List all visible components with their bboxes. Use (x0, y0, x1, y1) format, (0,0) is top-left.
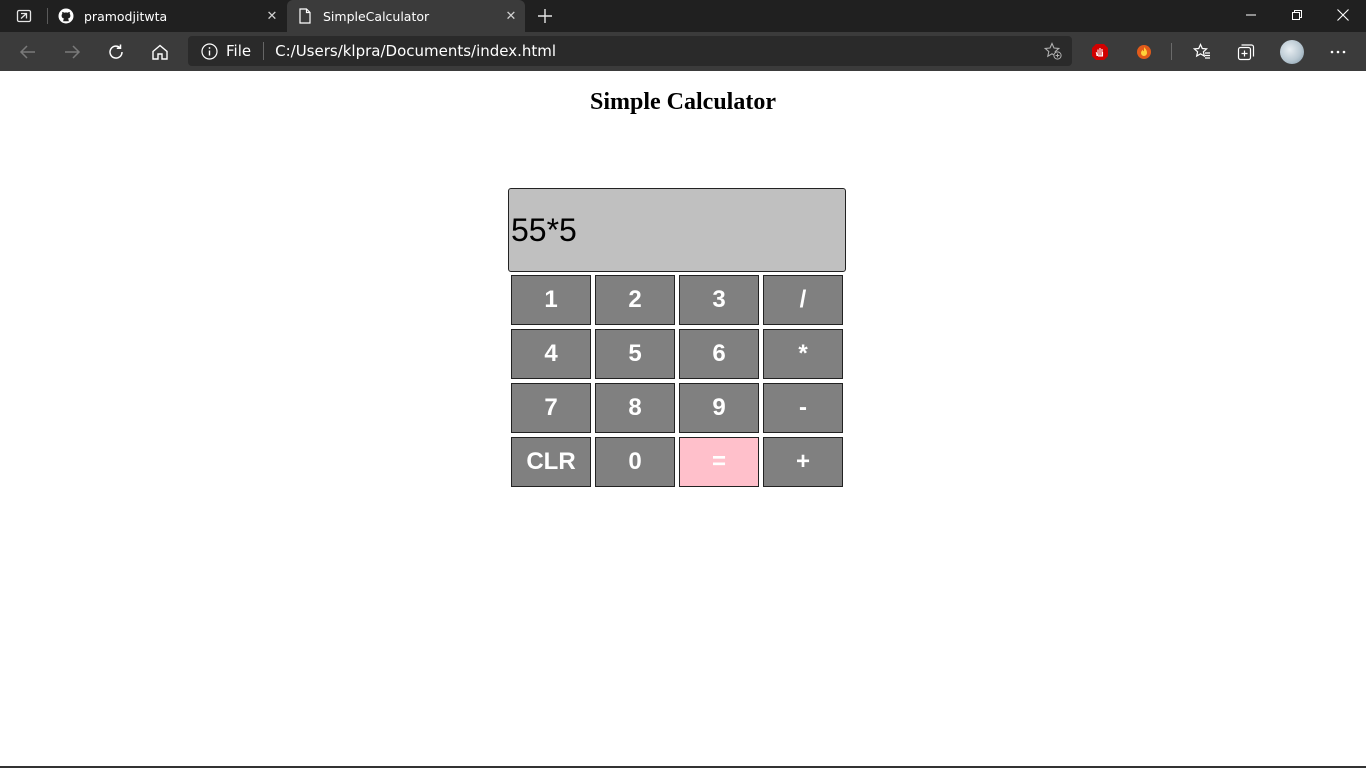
more-icon (1330, 50, 1346, 54)
forward-button[interactable] (57, 37, 87, 67)
restore-button[interactable] (1274, 0, 1320, 30)
key-equals[interactable]: = (679, 437, 759, 487)
key-7[interactable]: 7 (511, 383, 591, 433)
key-divide[interactable]: / (763, 275, 843, 325)
add-favorite-icon[interactable] (1043, 42, 1062, 60)
forward-arrow-icon (65, 45, 81, 59)
tab-strip: pramodjitwta ✕ SimpleCalculator ✕ (0, 0, 1366, 32)
restore-icon (1292, 10, 1302, 20)
address-bar[interactable]: File C:/Users/klpra/Documents/index.html (188, 36, 1072, 66)
github-icon (58, 8, 74, 24)
new-tab-button[interactable] (533, 4, 557, 28)
site-info-icon[interactable] (200, 42, 218, 60)
extension-adblock-button[interactable] (1085, 37, 1115, 67)
key-1[interactable]: 1 (511, 275, 591, 325)
tab-simplecalculator[interactable]: SimpleCalculator ✕ (287, 0, 525, 32)
tab-title: pramodjitwta (84, 8, 168, 24)
back-button[interactable] (13, 37, 43, 67)
key-3[interactable]: 3 (679, 275, 759, 325)
calculator-keypad: 1 2 3 / 4 5 6 * 7 8 9 - CLR 0 = + (511, 275, 845, 487)
url-text[interactable]: C:/Users/klpra/Documents/index.html (275, 42, 556, 60)
calculator-display[interactable]: 55*5 (508, 188, 846, 272)
refresh-icon (109, 44, 123, 59)
key-5[interactable]: 5 (595, 329, 675, 379)
tab-pramodjitwta[interactable]: pramodjitwta ✕ (48, 0, 286, 32)
browser-toolbar: File C:/Users/klpra/Documents/index.html (0, 32, 1366, 71)
tab-close-icon[interactable]: ✕ (497, 2, 525, 30)
key-subtract[interactable]: - (763, 383, 843, 433)
close-icon (1337, 9, 1349, 21)
profile-avatar[interactable] (1280, 40, 1304, 64)
key-9[interactable]: 9 (679, 383, 759, 433)
refresh-button[interactable] (101, 37, 131, 67)
adblock-hand-icon (1092, 44, 1108, 60)
close-window-button[interactable] (1320, 0, 1366, 30)
key-add[interactable]: + (763, 437, 843, 487)
key-6[interactable]: 6 (679, 329, 759, 379)
page-title: Simple Calculator (590, 89, 776, 115)
key-multiply[interactable]: * (763, 329, 843, 379)
page-icon (297, 8, 313, 24)
favorites-button[interactable] (1187, 37, 1217, 67)
address-divider (263, 42, 265, 60)
key-4[interactable]: 4 (511, 329, 591, 379)
collections-icon (1237, 44, 1255, 61)
tab-actions-button[interactable] (10, 6, 38, 26)
toolbar-separator (1171, 43, 1172, 60)
back-arrow-icon (19, 45, 35, 59)
minimize-icon (1246, 14, 1256, 16)
favorites-star-icon (1193, 43, 1210, 59)
tab-title: SimpleCalculator (323, 8, 430, 24)
minimize-button[interactable] (1228, 0, 1274, 30)
extension-flame-button[interactable] (1129, 37, 1159, 67)
key-2[interactable]: 2 (595, 275, 675, 325)
home-icon (152, 44, 168, 60)
collections-button[interactable] (1231, 37, 1261, 67)
flame-icon (1137, 45, 1151, 59)
key-8[interactable]: 8 (595, 383, 675, 433)
plus-icon (538, 9, 552, 23)
key-0[interactable]: 0 (595, 437, 675, 487)
tab-close-icon[interactable]: ✕ (258, 2, 286, 30)
tab-actions-icon (16, 9, 32, 23)
settings-menu-button[interactable] (1323, 37, 1353, 67)
page-content: Simple Calculator 55*5 1 2 3 / 4 5 6 * 7… (0, 71, 1366, 766)
scheme-label: File (226, 42, 252, 60)
home-button[interactable] (145, 37, 175, 67)
key-clear[interactable]: CLR (511, 437, 591, 487)
